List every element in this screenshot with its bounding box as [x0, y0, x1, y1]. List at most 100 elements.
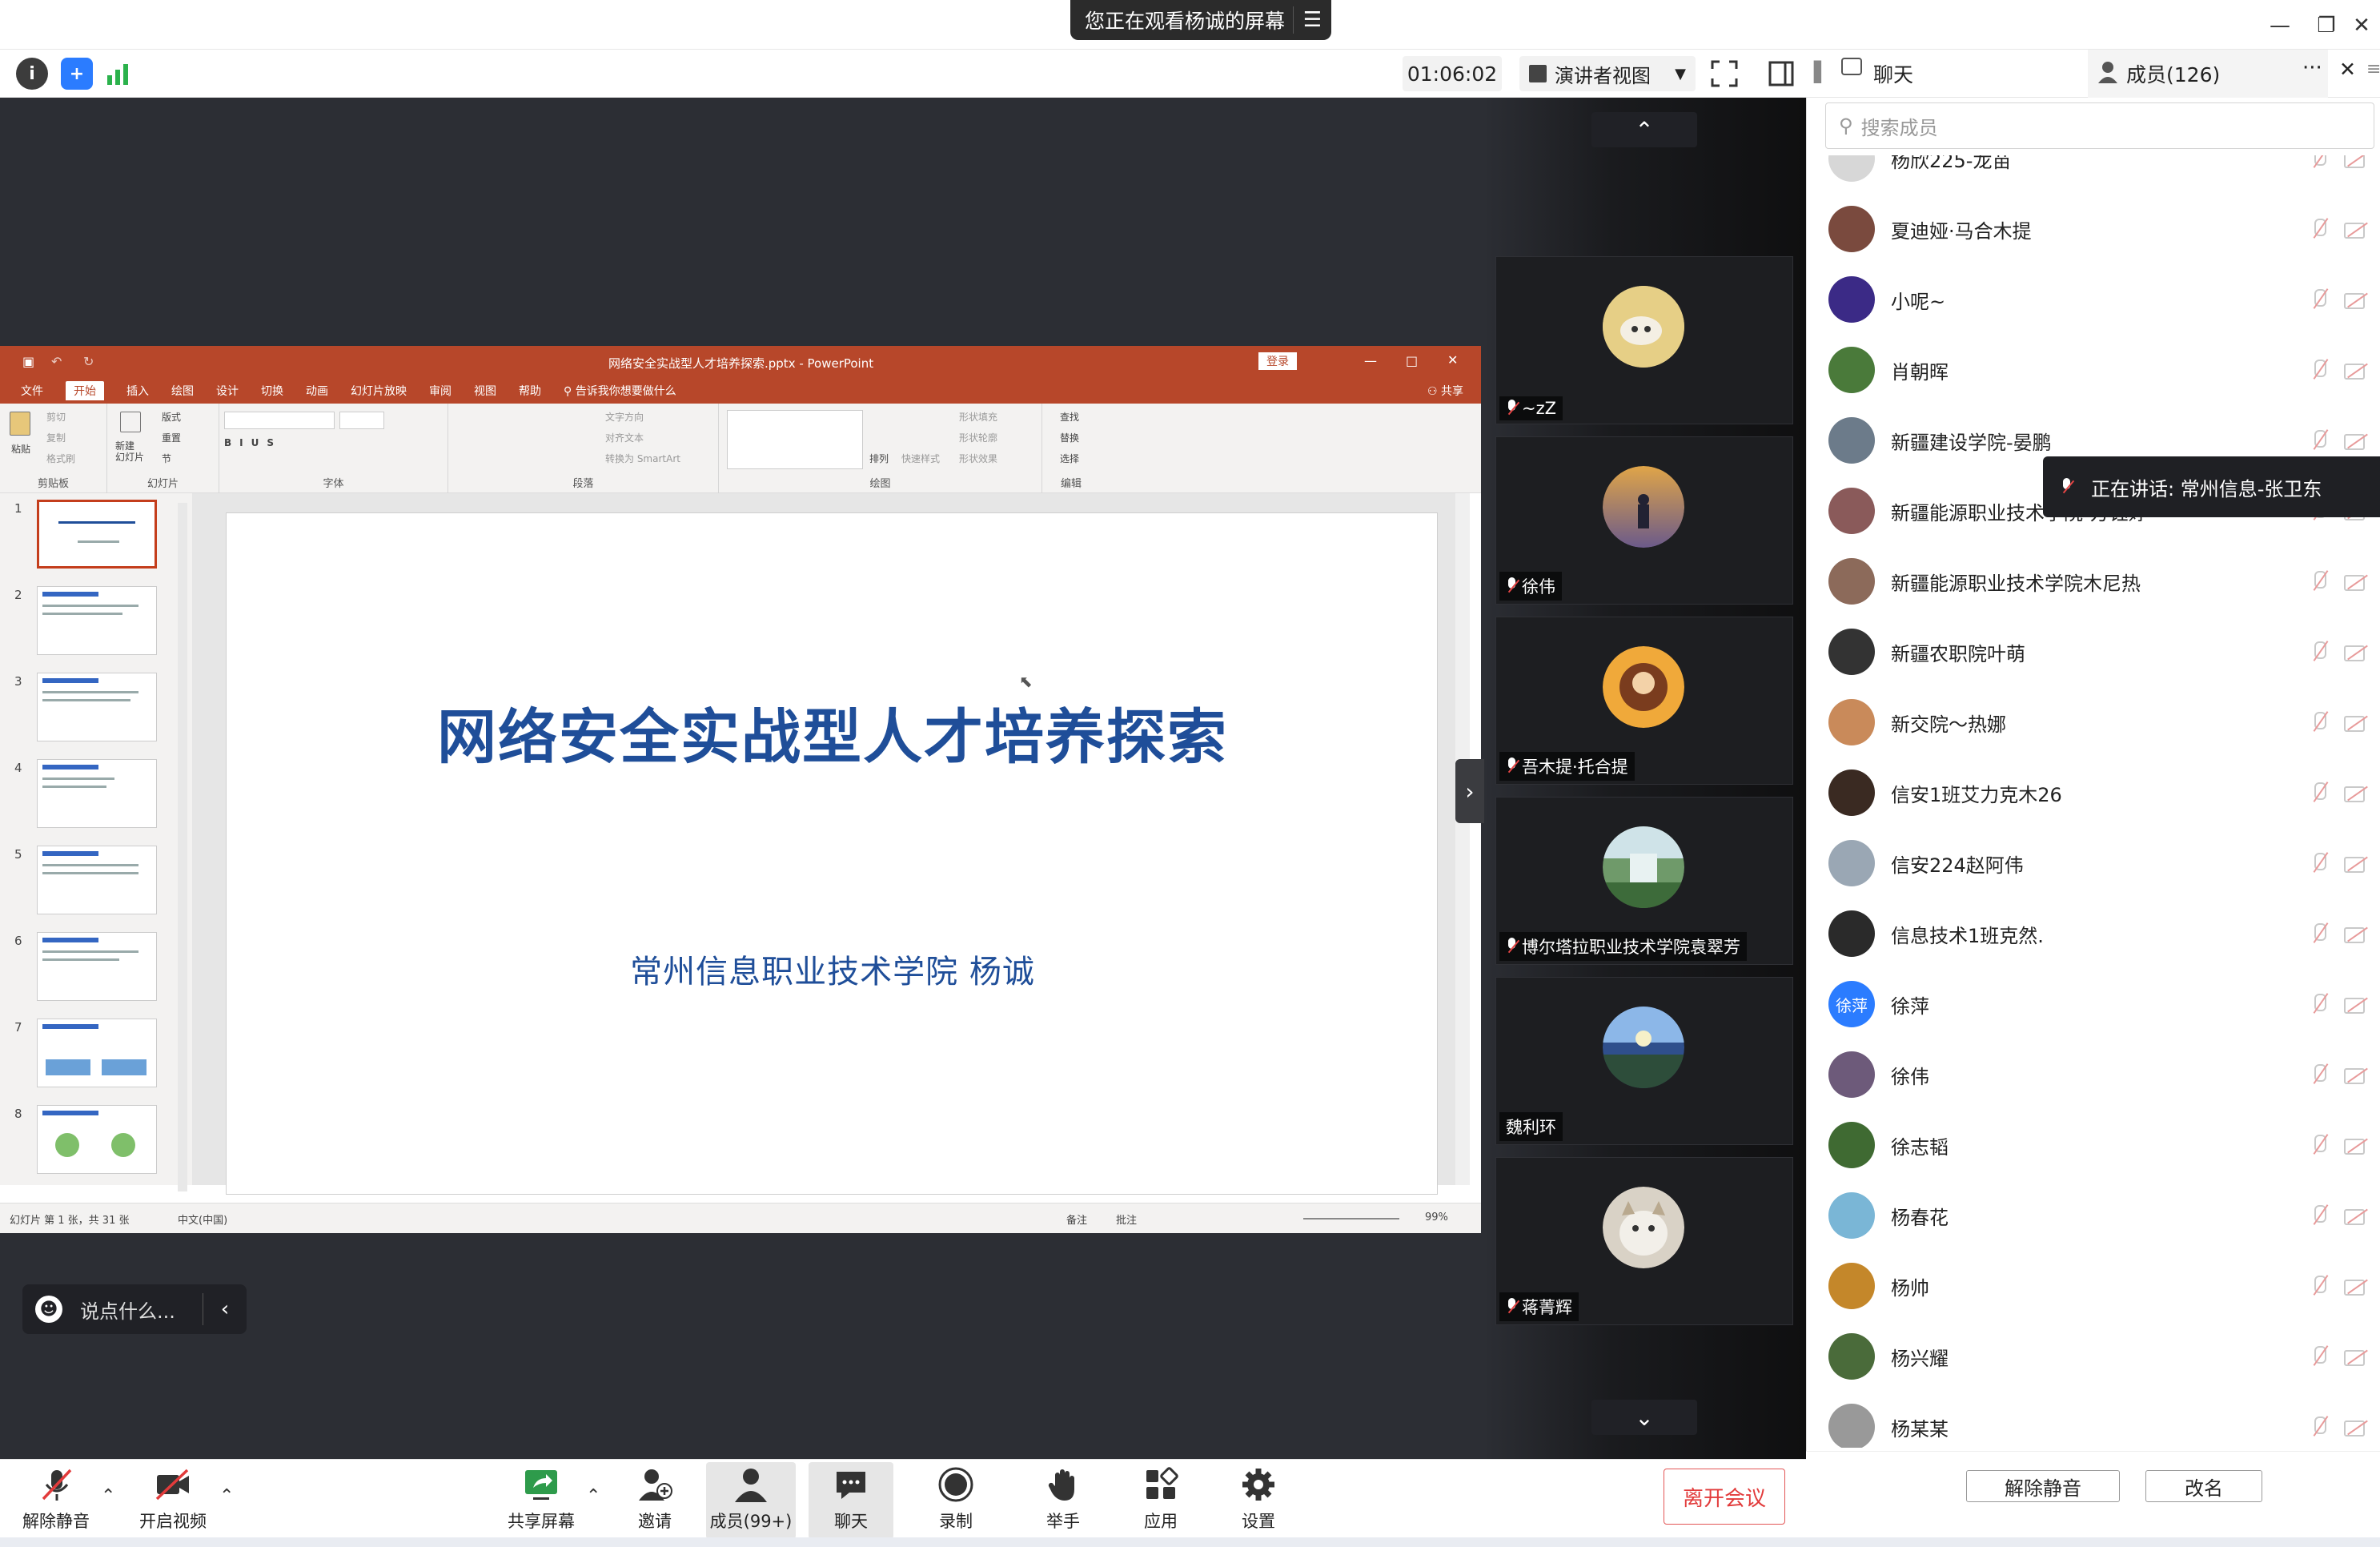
paste-label[interactable]: 粘贴 [11, 442, 30, 456]
member-row[interactable]: 杨帅 [1828, 1251, 2373, 1321]
member-row[interactable]: 夏迪娅·马合木提 [1828, 194, 2373, 264]
arrange-label[interactable]: 排列 [869, 452, 889, 465]
member-row[interactable]: 信安224赵阿伟 [1828, 828, 2373, 898]
viewing-screen-banner[interactable]: 您正在观看杨诚的屏幕 ☰ [1070, 0, 1331, 40]
camera-off-icon[interactable] [2344, 572, 2370, 591]
ppt-share-button[interactable]: ⚇ 共享 [1427, 383, 1463, 399]
slide-scrollbar[interactable] [1455, 493, 1470, 1185]
mic-muted-icon[interactable] [2309, 1274, 2330, 1298]
mic-muted-icon[interactable] [2309, 155, 2330, 171]
copy-label[interactable]: 复制 [46, 431, 66, 444]
cut-label[interactable]: 剪切 [46, 410, 66, 424]
mic-muted-icon[interactable] [2309, 781, 2330, 805]
thumbs-scrollbar[interactable] [178, 503, 187, 1191]
new-slide-icon[interactable] [120, 412, 141, 432]
camera-off-icon[interactable] [2344, 1417, 2370, 1436]
slide-thumbnail[interactable] [37, 1105, 157, 1174]
minimize-button[interactable]: — [2256, 6, 2304, 45]
mic-muted-icon[interactable] [2309, 287, 2330, 311]
member-row[interactable]: 小呢~ [1828, 264, 2373, 335]
redo-icon[interactable]: ↻ [83, 354, 94, 369]
tell-me-box[interactable]: ⚲ 告诉我你想要做什么 [564, 383, 676, 399]
new-slide-label[interactable]: 新建 幻灯片 [115, 440, 144, 463]
chat-button[interactable]: 聊天 [809, 1462, 893, 1539]
ppt-maximize-icon[interactable]: □ [1406, 353, 1418, 368]
menu-animations[interactable]: 动画 [306, 383, 328, 399]
menu-draw[interactable]: 绘图 [171, 383, 194, 399]
signal-icon[interactable] [104, 61, 133, 86]
record-button[interactable]: 录制 [916, 1462, 996, 1539]
reset-label[interactable]: 重置 [162, 431, 181, 444]
text-direction-label[interactable]: 文字方向 [605, 410, 644, 424]
chat-input-placeholder[interactable]: 说点什么... [80, 1296, 175, 1324]
chevron-down-icon[interactable]: ⌄ [1591, 1400, 1697, 1435]
camera-off-icon[interactable] [2344, 360, 2370, 380]
menu-design[interactable]: 设计 [216, 383, 239, 399]
mic-muted-icon[interactable] [2309, 992, 2330, 1016]
view-mode-dropdown[interactable]: 演讲者视图 ▼ [1519, 56, 1696, 91]
video-tile[interactable]: 蒋菁辉 [1495, 1157, 1793, 1325]
member-row[interactable]: 新疆能源职业技术学院木尼热 [1828, 546, 2373, 617]
leave-meeting-button[interactable]: 离开会议 [1664, 1469, 1785, 1525]
camera-off-icon[interactable] [2344, 994, 2370, 1014]
raise-hand-button[interactable]: 举手 [1023, 1462, 1103, 1539]
font-style-buttons[interactable]: BIUS [224, 437, 282, 448]
camera-off-icon[interactable] [2344, 924, 2370, 943]
zoom-slider[interactable] [1303, 1218, 1399, 1220]
ppt-close-icon[interactable]: ✕ [1447, 352, 1458, 368]
slide-thumbnail[interactable] [37, 846, 157, 914]
chevron-up-icon[interactable]: ⌃ [1591, 112, 1697, 147]
camera-off-icon[interactable] [2344, 854, 2370, 873]
mic-muted-icon[interactable] [2309, 569, 2330, 593]
close-panel-icon[interactable]: ✕ [2339, 58, 2356, 81]
slide-thumbnail[interactable] [37, 586, 157, 655]
member-row[interactable]: 杨春花 [1828, 1180, 2373, 1251]
shapes-gallery[interactable] [727, 410, 863, 469]
mic-muted-icon[interactable] [2309, 1415, 2330, 1439]
menu-transitions[interactable]: 切换 [261, 383, 283, 399]
invite-button[interactable]: 邀请 [615, 1462, 695, 1539]
camera-off-icon[interactable] [2344, 1135, 2370, 1155]
tab-chat[interactable]: 聊天 [1873, 59, 1913, 88]
mic-muted-icon[interactable] [2309, 710, 2330, 734]
unmute-all-button[interactable]: 解除静音 [1966, 1470, 2120, 1502]
video-tile[interactable]: 魏利环 [1495, 977, 1793, 1145]
shield-icon[interactable]: + [61, 58, 93, 90]
member-row[interactable]: 徐萍 徐萍 [1828, 969, 2373, 1039]
section-label[interactable]: 节 [162, 452, 171, 465]
member-row[interactable]: 新交院～热娜 [1828, 687, 2373, 757]
menu-review[interactable]: 审阅 [429, 383, 452, 399]
comments-button[interactable]: 批注 [1116, 1211, 1137, 1227]
member-row[interactable]: 杨兴耀 [1828, 1321, 2373, 1392]
mic-muted-icon[interactable] [2309, 217, 2330, 241]
chat-input-bar[interactable]: ☻ 说点什么... ‹ [22, 1284, 247, 1334]
menu-insert[interactable]: 插入 [126, 383, 149, 399]
chevron-up-icon[interactable]: ⌃ [219, 1486, 234, 1506]
close-window-button[interactable]: ✕ [2338, 6, 2380, 45]
shape-outline-label[interactable]: 形状轮廓 [959, 431, 997, 444]
mic-muted-icon[interactable] [2309, 640, 2330, 664]
camera-off-icon[interactable] [2344, 155, 2370, 168]
tab-members[interactable]: 成员(126) [2126, 59, 2220, 88]
member-search-input[interactable]: ⚲ 搜索成员 [1825, 102, 2374, 149]
menu-file[interactable]: 文件 [21, 383, 43, 399]
list-menu-icon[interactable]: ≡ [2366, 59, 2380, 79]
font-name-field[interactable] [224, 412, 335, 429]
camera-off-icon[interactable] [2344, 783, 2370, 802]
list-menu-icon[interactable]: ☰ [1293, 6, 1331, 34]
replace-label[interactable]: 替换 [1060, 431, 1079, 444]
mic-muted-icon[interactable] [2309, 358, 2330, 382]
collapse-panel-icon[interactable]: ▌ [1814, 61, 1828, 83]
mic-muted-icon[interactable] [2309, 922, 2330, 946]
video-tile[interactable]: ~zZ [1495, 256, 1793, 424]
member-row[interactable]: 徐伟 [1828, 1039, 2373, 1110]
video-tile[interactable]: 博尔塔拉职业技术学院袁翠芳 [1495, 797, 1793, 965]
mic-muted-icon[interactable] [2309, 851, 2330, 875]
member-row[interactable]: 肖朝晖 [1828, 335, 2373, 405]
camera-off-icon[interactable] [2344, 219, 2370, 239]
mic-muted-icon[interactable] [2309, 1063, 2330, 1087]
fullscreen-icon[interactable] [1710, 59, 1739, 88]
expand-strip-handle[interactable]: › [1455, 759, 1484, 823]
camera-off-icon[interactable] [2344, 1276, 2370, 1296]
member-row[interactable]: 杨某某 [1828, 1392, 2373, 1448]
